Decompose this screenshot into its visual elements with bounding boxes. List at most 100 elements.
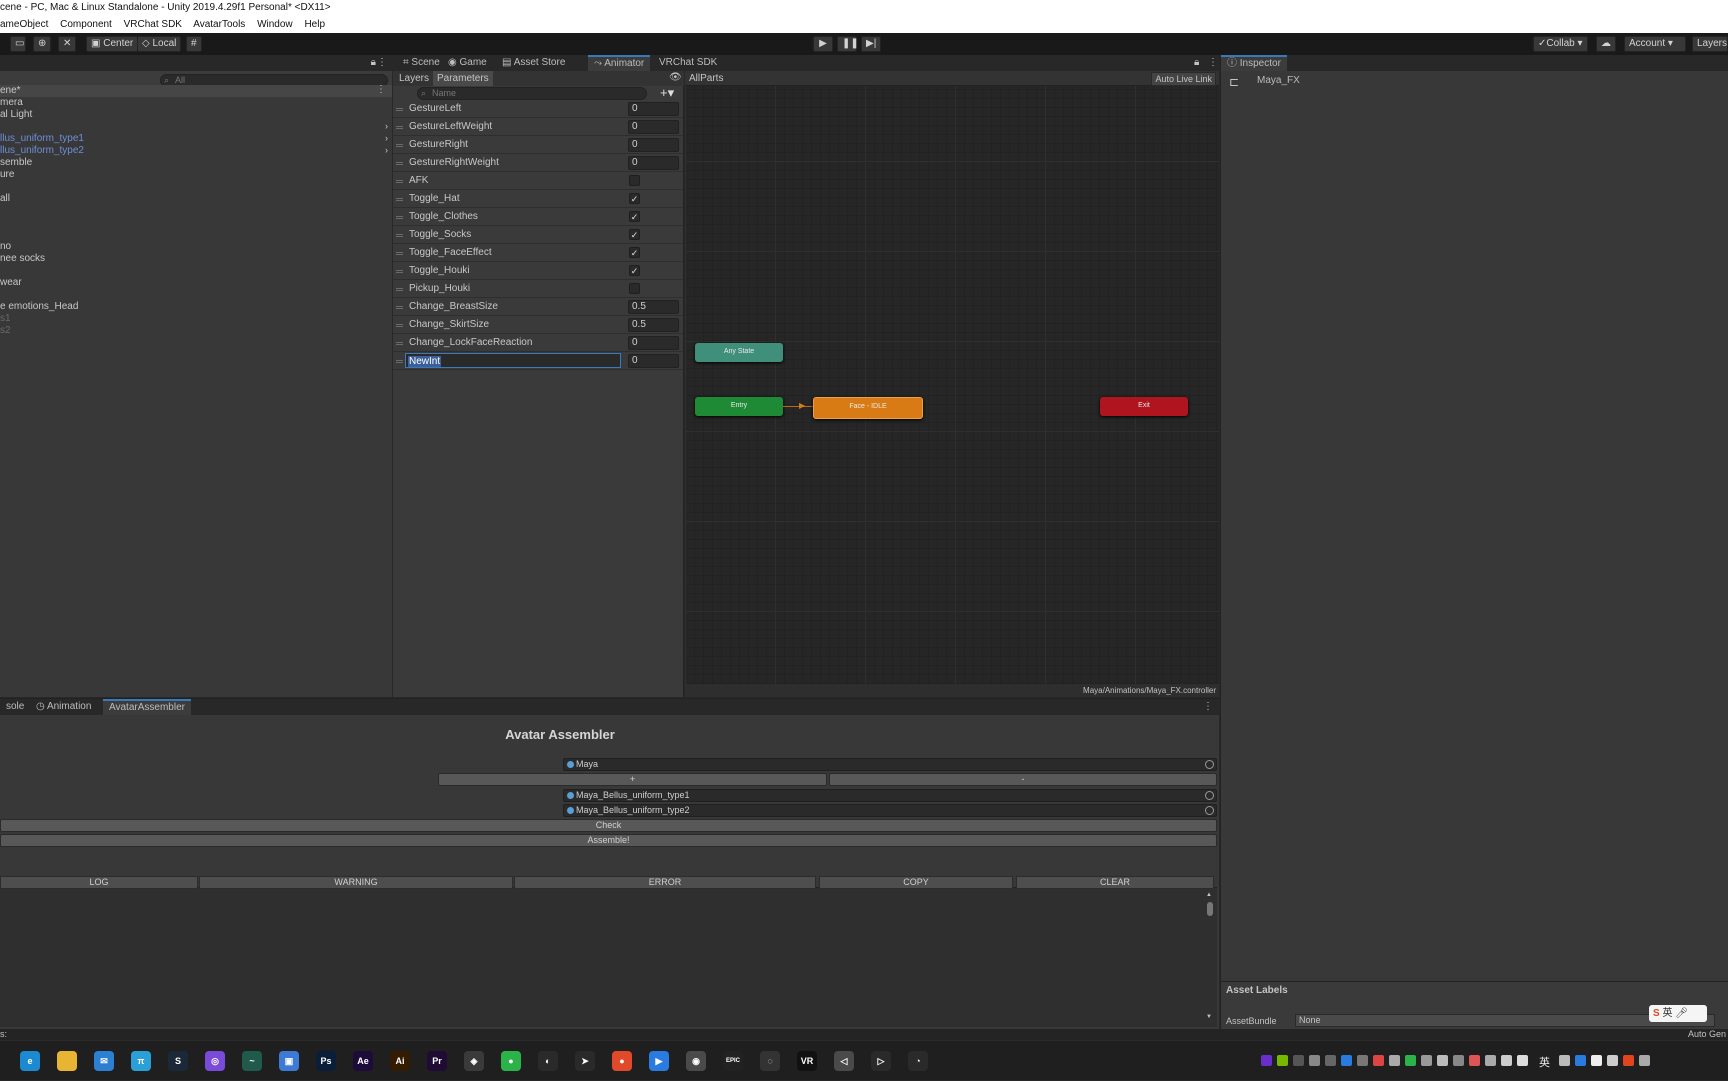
menu-window[interactable]: Window: [257, 19, 293, 30]
subtab-layers[interactable]: Layers: [399, 73, 429, 84]
illustrator-icon[interactable]: Ai: [390, 1051, 410, 1071]
sync-icon[interactable]: ◌: [760, 1051, 780, 1071]
scrollbar-thumb[interactable]: [1207, 902, 1213, 916]
meter-icon[interactable]: ◔: [908, 1051, 928, 1071]
tray-icon[interactable]: [1607, 1055, 1618, 1066]
hierarchy-item[interactable]: wear: [0, 277, 22, 288]
unity-icon[interactable]: ◁: [834, 1051, 854, 1071]
hierarchy-item-disabled[interactable]: s2: [0, 325, 11, 336]
pi-icon[interactable]: π: [131, 1051, 151, 1071]
tab-vrchat-sdk[interactable]: VRChat SDK: [653, 55, 723, 71]
tab-animation[interactable]: ◷ Animation: [30, 699, 97, 715]
parameter-checkbox[interactable]: ✓: [629, 265, 640, 276]
drag-handle-icon[interactable]: [396, 162, 403, 165]
parameter-value-field[interactable]: 0: [628, 354, 679, 368]
breadcrumb[interactable]: AllParts: [689, 73, 723, 84]
tray-icon[interactable]: [1405, 1055, 1416, 1066]
parameter-row[interactable]: Toggle_FaceEffect ✓: [393, 244, 683, 262]
parameter-row[interactable]: Toggle_Socks ✓: [393, 226, 683, 244]
drag-handle-icon[interactable]: [396, 306, 403, 309]
tray-icon[interactable]: [1325, 1055, 1336, 1066]
part-field[interactable]: Maya_Bellus_uniform_type2: [563, 804, 1217, 817]
tray-icon[interactable]: [1373, 1055, 1384, 1066]
cursor-icon[interactable]: ➤: [575, 1051, 595, 1071]
tray-icon[interactable]: [1591, 1055, 1602, 1066]
chevron-right-icon[interactable]: ›: [385, 145, 388, 155]
edge-icon[interactable]: e: [20, 1051, 40, 1071]
menu-help[interactable]: Help: [304, 19, 325, 30]
scroll-down-icon[interactable]: ▼: [1206, 1014, 1212, 1020]
drag-handle-icon[interactable]: [396, 288, 403, 291]
mail-icon[interactable]: ✉: [94, 1051, 114, 1071]
parameter-value-field[interactable]: 0.5: [628, 318, 679, 332]
error-filter-button[interactable]: ERROR: [514, 876, 816, 889]
object-picker-icon[interactable]: [1205, 760, 1214, 769]
hierarchy-item-prefab[interactable]: llus_uniform_type1: [0, 133, 84, 144]
pivot-center-button[interactable]: ▣ Center: [86, 36, 139, 52]
drag-handle-icon[interactable]: [396, 144, 403, 147]
object-picker-icon[interactable]: [1205, 791, 1214, 800]
eye-icon[interactable]: 👁︎: [669, 72, 682, 83]
parameter-name-input[interactable]: NewInt: [405, 353, 621, 368]
folder-icon[interactable]: [57, 1051, 77, 1071]
parameter-checkbox[interactable]: [629, 175, 640, 186]
part-field[interactable]: Maya_Bellus_uniform_type1: [563, 789, 1217, 802]
copy-button[interactable]: COPY: [819, 876, 1013, 889]
animator-graph[interactable]: AllParts Auto Live Link Any State Entry …: [685, 71, 1219, 697]
hierarchy-item[interactable]: no: [0, 241, 11, 252]
tray-icon[interactable]: [1639, 1055, 1650, 1066]
tray-icon[interactable]: [1293, 1055, 1304, 1066]
wechat-icon[interactable]: ●: [501, 1051, 521, 1071]
log-filter-button[interactable]: LOG: [0, 876, 198, 889]
parameter-row[interactable]: Change_SkirtSize 0.5: [393, 316, 683, 334]
parameter-checkbox[interactable]: ✓: [629, 193, 640, 204]
step-button[interactable]: ▶|: [861, 36, 881, 52]
hierarchy-item-disabled[interactable]: s1: [0, 313, 11, 324]
tray-icon[interactable]: [1575, 1055, 1586, 1066]
parameter-value-field[interactable]: 0: [628, 336, 679, 350]
parameter-row[interactable]: AFK: [393, 172, 683, 190]
pivot-local-button[interactable]: ◇ Local: [137, 36, 182, 52]
tray-icon[interactable]: [1469, 1055, 1480, 1066]
parameter-row[interactable]: GestureLeftWeight 0: [393, 118, 683, 136]
play-app-icon[interactable]: ▷: [871, 1051, 891, 1071]
kebab-menu-icon[interactable]: ⋮: [1208, 57, 1218, 68]
pause-button[interactable]: ❚❚: [837, 36, 859, 52]
hierarchy-item-scene[interactable]: ene*: [0, 85, 21, 96]
entry-node[interactable]: Entry: [695, 397, 783, 416]
drag-handle-icon[interactable]: [396, 234, 403, 237]
parameter-row[interactable]: GestureLeft 0: [393, 100, 683, 118]
photoshop-icon[interactable]: Ps: [316, 1051, 336, 1071]
layers-dropdown[interactable]: Layers: [1692, 36, 1728, 52]
tab-game[interactable]: ◉ Game: [442, 55, 493, 71]
auto-live-link-toggle[interactable]: Auto Live Link: [1151, 72, 1216, 86]
tab-console[interactable]: sole: [0, 699, 30, 715]
parameter-row[interactable]: Toggle_Houki ✓: [393, 262, 683, 280]
rect-tool-icon[interactable]: ▭: [10, 36, 26, 52]
warning-filter-button[interactable]: WARNING: [199, 876, 513, 889]
menu-component[interactable]: Component: [60, 19, 112, 30]
chat-icon[interactable]: ◎: [205, 1051, 225, 1071]
lock-icon[interactable]: 🔒︎: [371, 57, 376, 68]
parameter-value-field[interactable]: 0: [628, 138, 679, 152]
tray-icon[interactable]: [1357, 1055, 1368, 1066]
collab-button[interactable]: ✓Collab ▾: [1533, 36, 1588, 52]
subtab-parameters[interactable]: Parameters: [433, 71, 493, 86]
cloud-icon[interactable]: ☁: [1596, 36, 1616, 52]
tab-asset-store[interactable]: ▤ Asset Store: [496, 55, 571, 71]
drag-handle-icon[interactable]: [396, 324, 403, 327]
aftereffects-icon[interactable]: Ae: [353, 1051, 373, 1071]
parameter-value-field[interactable]: 0.5: [628, 300, 679, 314]
parameter-row[interactable]: Pickup_Houki: [393, 280, 683, 298]
clear-button[interactable]: CLEAR: [1016, 876, 1214, 889]
check-button[interactable]: Check: [0, 819, 1217, 832]
drag-handle-icon[interactable]: [396, 180, 403, 183]
wave-icon[interactable]: ~: [242, 1051, 262, 1071]
menu-avatartools[interactable]: AvatarTools: [193, 19, 245, 30]
lock-icon[interactable]: 🔒︎: [1194, 57, 1199, 68]
transition-line[interactable]: [783, 406, 813, 407]
ime-toolbar[interactable]: S 英 🎤︎: [1649, 1005, 1707, 1022]
qq-icon[interactable]: ◐: [538, 1051, 558, 1071]
transform-tool-icon[interactable]: ⊕: [33, 36, 51, 52]
custom-tool-icon[interactable]: ✕: [58, 36, 76, 52]
